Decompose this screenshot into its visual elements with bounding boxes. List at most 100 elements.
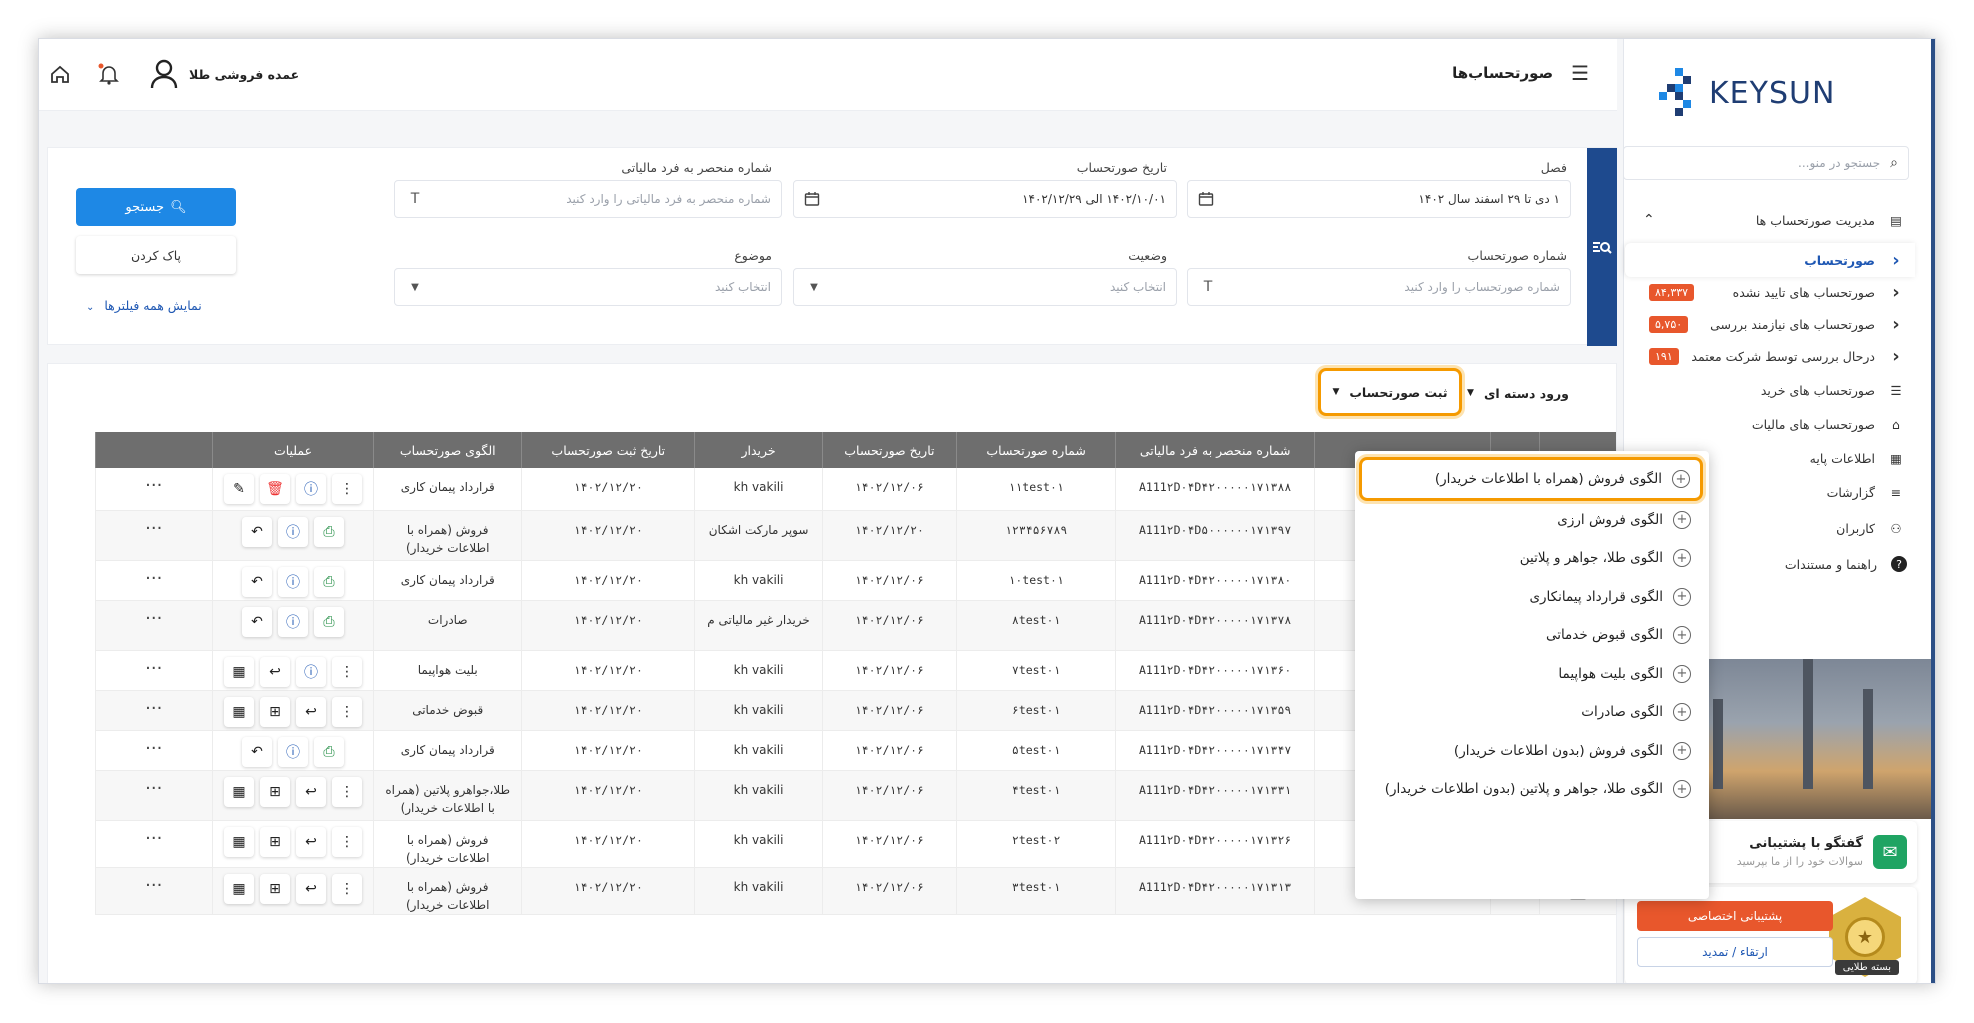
sidebar-item-6[interactable]: ⌂ صورتحساب های مالیات <box>1625 407 1915 441</box>
user-name[interactable]: عمده فروشی طلا <box>189 67 299 82</box>
undo-icon[interactable]: ↶ <box>242 566 273 597</box>
kebab-menu-icon[interactable]: ⋮ <box>332 656 363 687</box>
grid-icon[interactable]: ▦ <box>224 656 255 687</box>
more-dots-icon[interactable]: ··· <box>145 475 162 496</box>
status-select[interactable]: انتخاب کنید ▼ <box>793 268 1177 306</box>
grid-icon[interactable]: ▦ <box>224 826 255 857</box>
row-pattern: قرارداد پیمان کاری <box>373 730 522 771</box>
more-dots-icon[interactable]: ··· <box>145 738 162 759</box>
sidebar-item-1[interactable]: ‹ صورتحساب <box>1625 243 1915 277</box>
add-cart-icon[interactable]: ⊞ <box>260 776 291 807</box>
sidebar-item-2[interactable]: ‹ صورتحساب های تایید نشده ۸۴,۳۳۷ <box>1625 275 1915 309</box>
sidebar-item-3[interactable]: ‹ صورتحساب های نیازمند بررسی ۵,۷۵۰ <box>1625 307 1915 341</box>
sidebar-search-input[interactable]: ⌕ جستجو در منو... <box>1623 146 1909 180</box>
more-dots-icon[interactable]: ··· <box>145 518 162 539</box>
pattern-option[interactable]: + الگوی فروش (بدون اطلاعات خریدار) <box>1371 731 1691 771</box>
chevron-up-icon[interactable]: ⌃ <box>1643 212 1655 228</box>
info-icon[interactable]: ⓘ <box>296 656 327 687</box>
more-dots-icon[interactable]: ··· <box>145 875 162 896</box>
undo-icon[interactable]: ↶ <box>242 606 273 637</box>
info-icon[interactable]: ⓘ <box>278 736 309 767</box>
grid-icon[interactable]: ▦ <box>224 873 255 904</box>
send-icon[interactable]: ↩ <box>296 873 327 904</box>
support-subtitle: سوالات خود را از ما بپرسید <box>1736 855 1863 868</box>
sidebar-item-4[interactable]: ‹ درحال بررسی توسط شرکت معتمد ۱۹۱ <box>1625 339 1915 373</box>
row-invoice-number: ۳test۰۱ <box>955 867 1116 915</box>
send-icon[interactable]: ↩ <box>260 656 291 687</box>
home-icon[interactable] <box>49 63 71 85</box>
send-icon[interactable]: ↩ <box>296 776 327 807</box>
clear-button[interactable]: پاک کردن <box>76 236 236 274</box>
kebab-menu-icon[interactable]: ⋮ <box>332 826 363 857</box>
row-invoice-number: ۶test۰۱ <box>955 690 1116 731</box>
pattern-option[interactable]: + الگوی صادرات <box>1371 692 1691 732</box>
date-field[interactable]: ۱۴۰۲/۱۰/۰۱ الی ۱۴۰۲/۱۲/۲۹ <box>793 180 1177 218</box>
plus-circle-icon: + <box>1672 470 1690 488</box>
plus-circle-icon: + <box>1673 741 1691 760</box>
print-icon[interactable]: ⎙ <box>314 516 345 547</box>
season-field[interactable]: ۱ دی تا ۲۹ اسفند سال ۱۴۰۲ <box>1187 180 1571 218</box>
info-icon[interactable]: ⓘ <box>278 606 309 637</box>
new-invoice-button[interactable]: ثبت صورتحساب ▼ <box>1318 368 1462 416</box>
undo-icon[interactable]: ↶ <box>242 736 273 767</box>
row-more-cell: ··· <box>94 690 213 731</box>
upgrade-button[interactable]: ارتقاء / تمدید <box>1637 937 1833 967</box>
invoice-pattern-dropdown: + الگوی فروش (همراه با اطلاعات خریدار) + ال… <box>1355 451 1709 899</box>
print-icon[interactable]: ⎙ <box>314 566 345 597</box>
delete-icon[interactable]: 🗑 <box>260 474 291 504</box>
pattern-option[interactable]: + الگوی قرارداد پیمانکاری <box>1371 577 1691 617</box>
user-avatar-icon[interactable] <box>149 59 179 89</box>
row-invoice-number: ۸test۰۱ <box>955 600 1116 651</box>
pattern-option[interactable]: + الگوی طلا، جواهر و پلاتین (بدون اطلاعات… <box>1371 769 1691 809</box>
more-dots-icon[interactable]: ··· <box>145 698 162 719</box>
more-dots-icon[interactable]: ··· <box>145 658 162 679</box>
sidebar-item-0[interactable]: ▤ مدیریت صورتحساب ها ⌃ <box>1625 203 1915 237</box>
edit-icon[interactable]: ✎ <box>224 474 255 504</box>
more-dots-icon[interactable]: ··· <box>145 568 162 589</box>
add-cart-icon[interactable]: ⊞ <box>260 826 291 857</box>
dedicated-support-button[interactable]: پشتیبانی اختصاصی <box>1637 901 1833 931</box>
batch-import-button[interactable]: ورود دسته ای ▼ <box>1460 372 1576 414</box>
grid-icon[interactable]: ▦ <box>224 696 255 727</box>
kebab-menu-icon[interactable]: ⋮ <box>332 776 363 807</box>
kebab-menu-icon[interactable]: ⋮ <box>332 474 363 504</box>
more-dots-icon[interactable]: ··· <box>145 778 162 799</box>
row-registration-date: ۱۴۰۲/۱۲/۲۰ <box>521 510 695 561</box>
plus-circle-icon: + <box>1673 626 1691 644</box>
row-registration-date: ۱۴۰۲/۱۲/۲۰ <box>521 770 695 821</box>
row-pattern: قبوض خدماتی <box>373 690 522 731</box>
pattern-option[interactable]: + الگوی فروش (همراه با اطلاعات خریدار) <box>1359 457 1703 501</box>
print-icon[interactable]: ⎙ <box>314 606 345 637</box>
keysun-logo[interactable]: KEYSUN <box>1657 63 1877 123</box>
add-cart-icon[interactable]: ⊞ <box>260 873 291 904</box>
notification-bell-icon[interactable] <box>97 62 121 86</box>
send-icon[interactable]: ↩ <box>296 696 327 727</box>
row-buyer: kh vakili <box>694 468 823 511</box>
sidebar-item-label: صورتحساب های مالیات <box>1751 416 1875 432</box>
sidebar-item-5[interactable]: ☰ صورتحساب های خرید <box>1625 373 1915 407</box>
info-icon[interactable]: ⓘ <box>278 566 309 597</box>
tax-id-input[interactable]: شماره منحصر به فرد مالیاتی را وارد کنید … <box>394 180 782 218</box>
row-invoice-number: ۵test۰۱ <box>955 730 1116 771</box>
show-all-filters-link[interactable]: نمایش همه فیلترها ⌄ <box>86 298 202 313</box>
info-icon[interactable]: ⓘ <box>278 516 309 547</box>
pattern-option[interactable]: + الگوی فروش ارزی <box>1371 500 1691 540</box>
more-dots-icon[interactable]: ··· <box>145 828 162 849</box>
grid-icon[interactable]: ▦ <box>224 776 255 807</box>
pattern-option[interactable]: + الگوی قبوض خدماتی <box>1371 615 1691 655</box>
pattern-option[interactable]: + الگوی بلیت هواپیما <box>1371 654 1691 694</box>
row-operations: ↶ ⓘ ⎙ <box>211 600 374 651</box>
undo-icon[interactable]: ↶ <box>242 516 273 547</box>
print-icon[interactable]: ⎙ <box>314 736 345 767</box>
invoice-number-input[interactable]: شماره صورتحساب را وارد کنید T <box>1187 268 1571 306</box>
kebab-menu-icon[interactable]: ⋮ <box>332 696 363 727</box>
subject-select[interactable]: انتخاب کنید ▼ <box>394 268 782 306</box>
send-icon[interactable]: ↩ <box>296 826 327 857</box>
kebab-menu-icon[interactable]: ⋮ <box>332 873 363 904</box>
hamburger-menu-icon[interactable]: ☰ <box>1571 61 1589 85</box>
more-dots-icon[interactable]: ··· <box>145 608 162 629</box>
search-button[interactable]: 🔍︎ جستجو <box>76 188 236 226</box>
add-cart-icon[interactable]: ⊞ <box>260 696 291 727</box>
info-icon[interactable]: ⓘ <box>296 474 327 504</box>
pattern-option[interactable]: + الگوی طلا، جواهر و پلاتین <box>1371 538 1691 578</box>
